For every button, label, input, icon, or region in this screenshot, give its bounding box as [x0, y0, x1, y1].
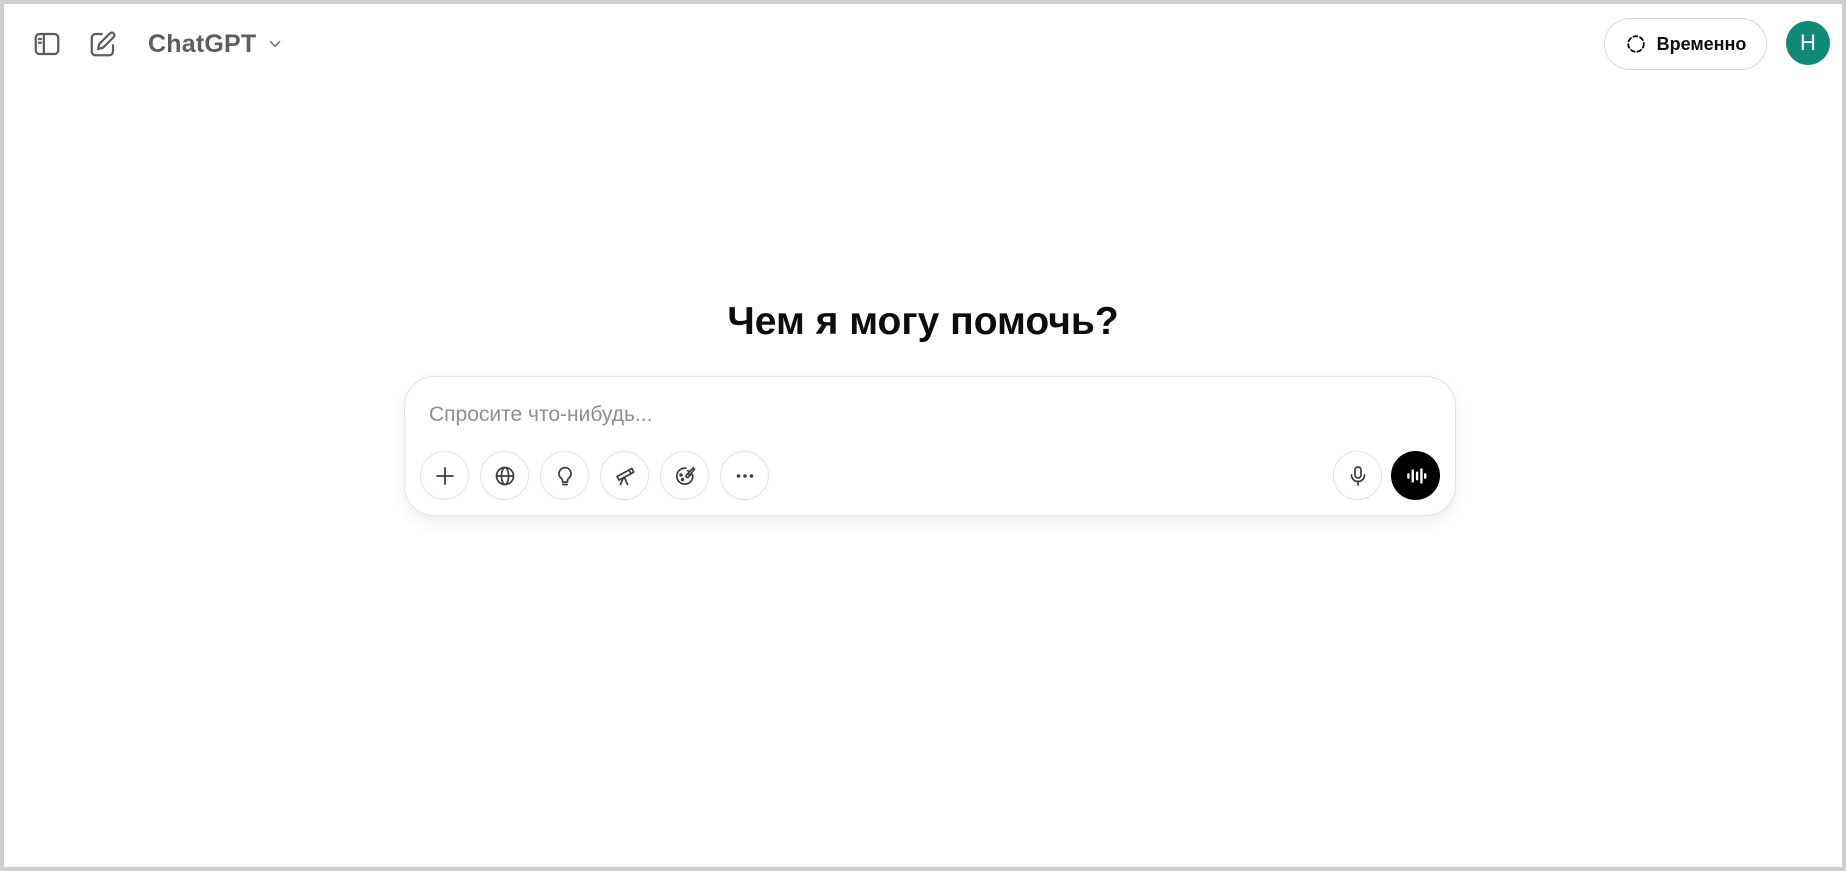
model-selector[interactable]: ChatGPT: [144, 26, 288, 62]
search-web-button[interactable]: [480, 451, 529, 500]
temporary-chat-label: Временно: [1656, 33, 1747, 54]
lightbulb-icon: [557, 466, 572, 485]
prompt-composer: [404, 376, 1456, 516]
voice-waveform-icon: [1406, 467, 1426, 484]
globe-icon: [495, 466, 514, 485]
create-image-button[interactable]: [660, 451, 709, 500]
temporary-chat-button[interactable]: Временно: [1604, 18, 1767, 70]
palette-icon: [675, 466, 695, 485]
voice-mode-button[interactable]: [1391, 451, 1440, 500]
deep-research-button[interactable]: [600, 451, 649, 500]
edit-icon: [90, 31, 116, 57]
microphone-icon: [1350, 465, 1365, 486]
model-name: ChatGPT: [148, 29, 257, 58]
composer-toolbar: [420, 451, 769, 500]
sidebar-toggle-icon: [34, 32, 60, 56]
attach-button[interactable]: [420, 451, 469, 500]
page-title: Чем я могу помочь?: [727, 300, 1119, 343]
dashed-circle-icon: [1626, 35, 1645, 53]
sidebar-toggle-button[interactable]: [27, 24, 67, 64]
more-tools-button[interactable]: [720, 451, 769, 500]
chevron-down-icon: [266, 35, 284, 53]
app-window: ChatGPT Временно H Чем я могу помочь?: [0, 0, 1846, 871]
reason-button[interactable]: [540, 451, 589, 500]
prompt-input[interactable]: [429, 399, 1409, 431]
telescope-icon: [615, 467, 635, 485]
user-avatar[interactable]: H: [1786, 21, 1830, 65]
ellipsis-icon: [736, 473, 753, 478]
dictate-button[interactable]: [1333, 451, 1382, 500]
top-bar: ChatGPT Временно H: [4, 4, 1842, 84]
new-chat-button[interactable]: [83, 24, 123, 64]
plus-icon: [435, 466, 454, 485]
